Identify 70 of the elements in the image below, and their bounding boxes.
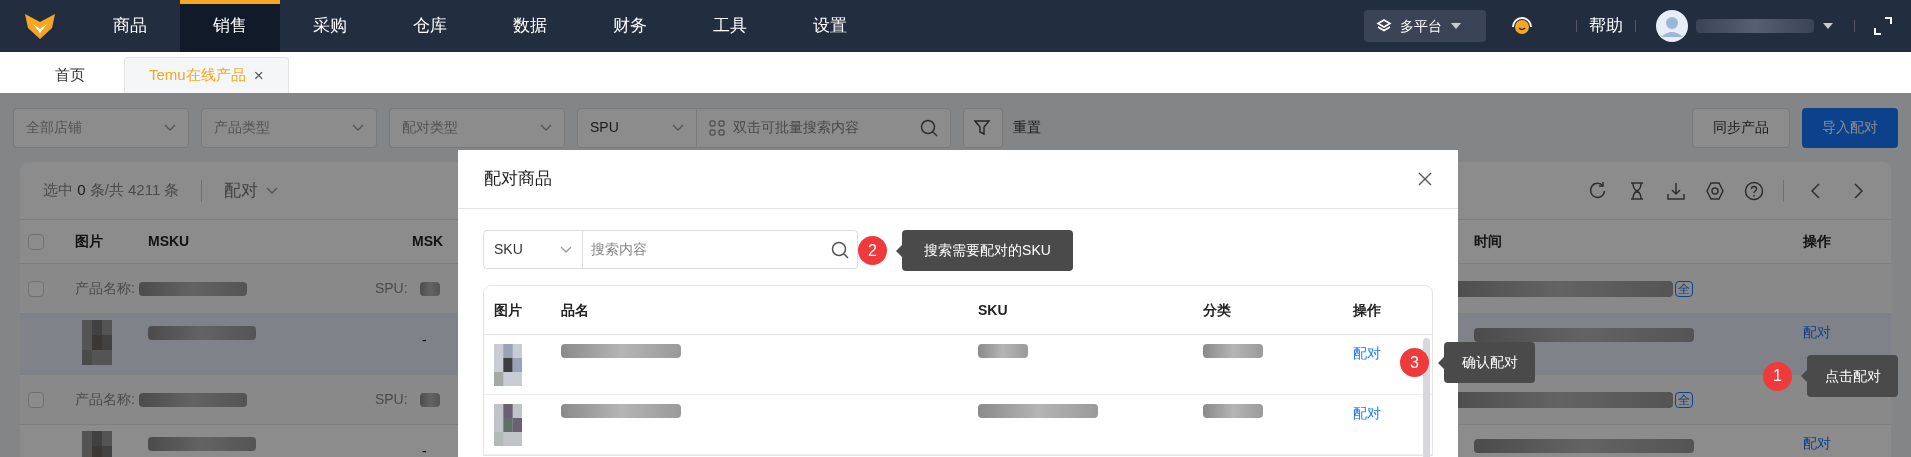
nav-tab[interactable]: 数据 (480, 0, 580, 52)
page-tab[interactable]: 首页 (20, 57, 120, 93)
tooltip-arrow (1438, 356, 1444, 369)
platform-dropdown[interactable]: 多平台 (1364, 10, 1486, 42)
nav-tab[interactable]: 工具 (680, 0, 780, 52)
nav-tab[interactable]: 财务 (580, 0, 680, 52)
pair-link[interactable]: 配对 (1353, 345, 1381, 361)
column-header: 分类 (1203, 301, 1231, 318)
search-icon[interactable] (831, 240, 849, 259)
field-label: SPU: (374, 390, 408, 409)
column-header: 操作 (1803, 233, 1831, 249)
pair-link[interactable]: 配对 (1353, 405, 1381, 421)
search-bar[interactable]: SKU 搜索内容 (483, 230, 858, 269)
field-label: 产品名称: (75, 279, 135, 298)
blurred-text (419, 281, 440, 296)
column-header: MSKU (148, 233, 190, 249)
caret-icon (1450, 22, 1462, 30)
nav-tab[interactable]: 商品 (80, 0, 180, 52)
action-button[interactable]: 同步产品 (1692, 107, 1790, 148)
close-icon[interactable]: × (253, 62, 264, 89)
column-header: MSK (412, 233, 444, 249)
tooltip-arrow (1801, 370, 1807, 382)
search-bar[interactable]: SPU 双击可批量搜索内容 (577, 107, 951, 148)
search-icon[interactable] (920, 118, 938, 137)
checkbox[interactable] (28, 391, 44, 408)
search-field[interactable]: 搜索内容 (591, 239, 831, 260)
grid-icon[interactable] (709, 119, 725, 136)
search-type-dropdown[interactable]: SKU (484, 231, 583, 268)
column-header: SKU (978, 301, 1008, 318)
field-label: SPU: (374, 279, 408, 298)
caret-icon[interactable] (1822, 22, 1834, 30)
nav-tab[interactable]: 仓库 (380, 0, 480, 52)
refresh-icon[interactable] (1588, 180, 1608, 201)
blurred-text (1203, 404, 1263, 418)
page-tab[interactable]: Temu在线产品 × (124, 57, 289, 93)
column-header: 操作 (1353, 301, 1381, 318)
column-header: 品名 (561, 301, 589, 318)
table-cell: - (422, 332, 427, 348)
selection-count: 选中 0 条/共 4211 条 (43, 180, 180, 201)
column-header: 图片 (75, 233, 103, 249)
settings-icon[interactable] (1705, 180, 1725, 201)
checkbox[interactable] (28, 233, 44, 250)
search-field[interactable]: 双击可批量搜索内容 (733, 117, 912, 138)
close-icon[interactable] (1418, 172, 1432, 186)
filter-button[interactable] (963, 107, 1003, 148)
reset-button[interactable]: 重置 (1013, 117, 1041, 138)
search-type-dropdown[interactable]: SPU (578, 108, 697, 147)
checkbox[interactable] (28, 280, 44, 297)
filter-icon (974, 118, 992, 137)
layers-icon (1376, 18, 1392, 34)
tag: 全 (1675, 280, 1693, 297)
tag: 全 (1675, 391, 1693, 408)
tooltip-arrow (896, 244, 902, 257)
avatar-icon[interactable] (1656, 10, 1688, 42)
nav-tab[interactable]: 设置 (780, 0, 880, 52)
help-icon[interactable] (1744, 180, 1764, 201)
nav-tab[interactable]: 销售 (180, 0, 280, 52)
blurred-text (1203, 344, 1263, 358)
table-cell: - (422, 443, 427, 457)
help-link[interactable]: 帮助 (1589, 13, 1623, 39)
fullscreen-icon[interactable] (1873, 16, 1893, 36)
fox-logo-icon[interactable] (23, 12, 57, 40)
column-header: 图片 (494, 301, 522, 318)
column-header: 时间 (1474, 233, 1502, 249)
field-label: 产品名称: (75, 390, 135, 409)
download-icon[interactable] (1666, 180, 1686, 201)
blurred-text (419, 392, 440, 407)
dialog-title: 配对商品 (484, 168, 552, 191)
nav-tab[interactable]: 采购 (280, 0, 380, 52)
blurred-text (978, 344, 1028, 358)
